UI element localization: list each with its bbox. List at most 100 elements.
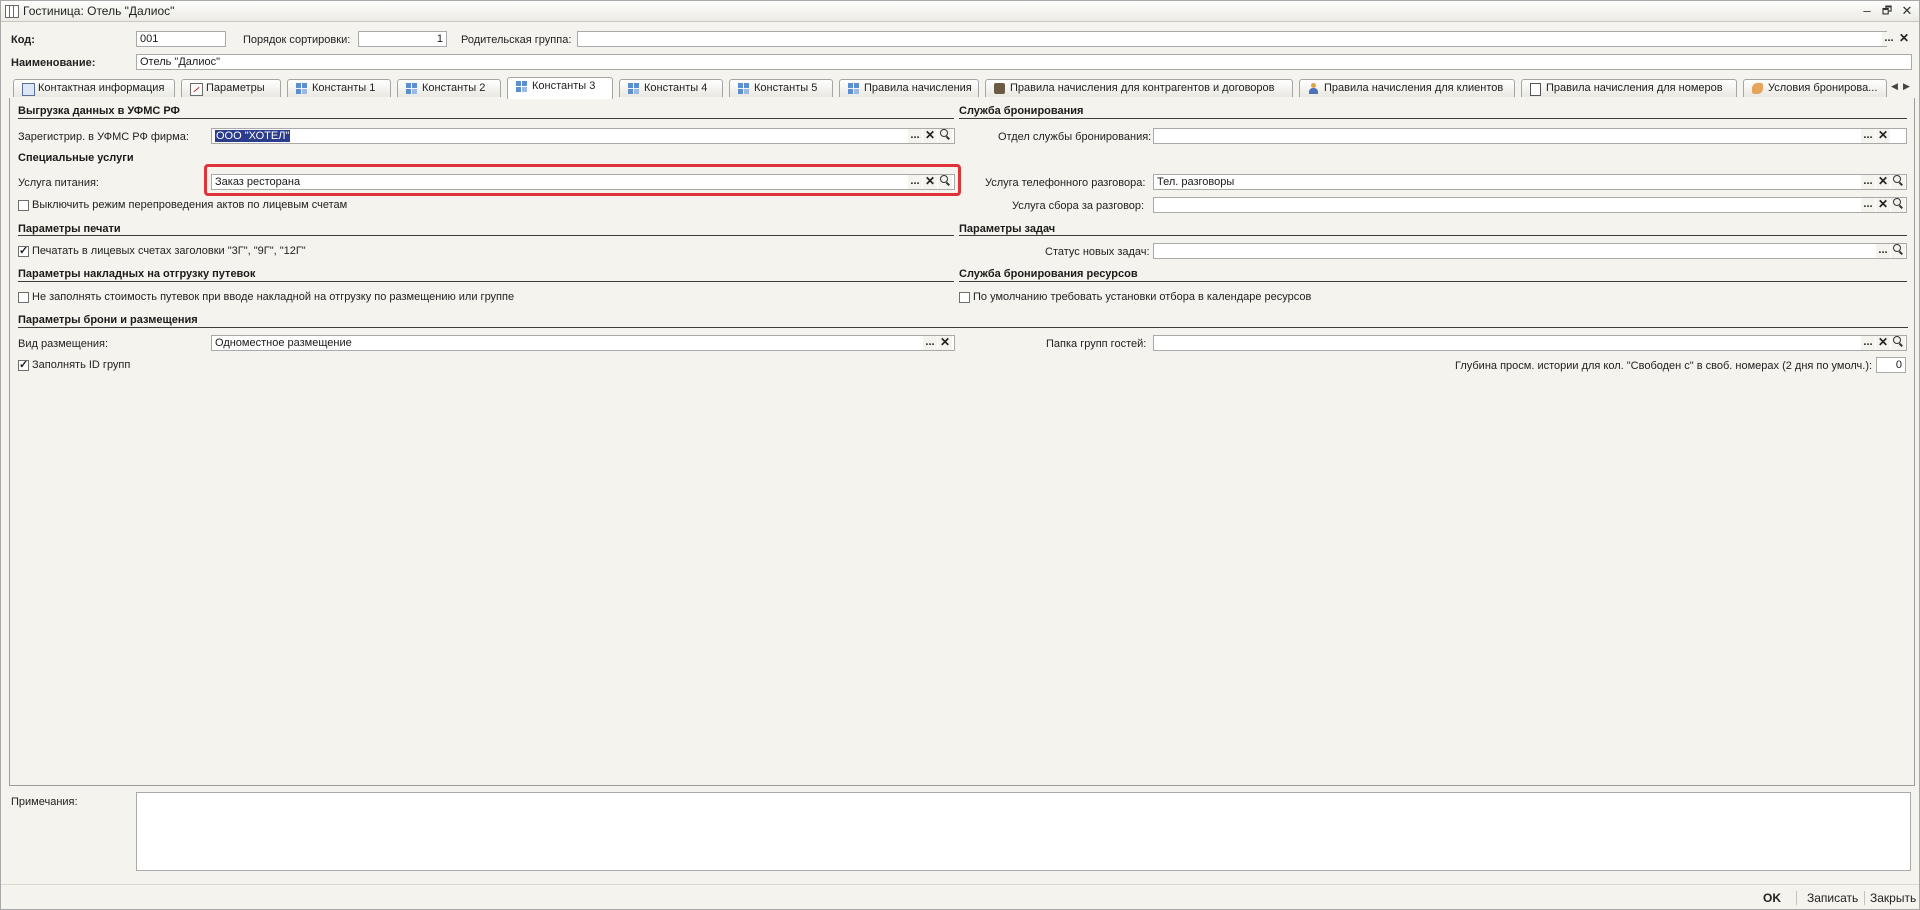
- sort-order-field[interactable]: 1: [358, 31, 447, 47]
- waybill-cost-checkbox[interactable]: [18, 292, 29, 303]
- section-resource-booking: Служба бронирования ресурсов: [959, 268, 1138, 280]
- call-fee-select-button[interactable]: ...: [1861, 198, 1875, 212]
- guest-groups-search-button[interactable]: [1891, 336, 1905, 350]
- tab-label: Параметры: [206, 82, 265, 94]
- tab-charge-rules-rooms[interactable]: Правила начисления для номеров: [1521, 79, 1737, 97]
- save-button[interactable]: Записать: [1807, 891, 1858, 905]
- search-icon: [1893, 175, 1901, 183]
- print-headers-checkbox[interactable]: [18, 244, 29, 257]
- tab-label: Константы 1: [312, 82, 376, 94]
- tab-label: Константы 2: [422, 82, 486, 94]
- search-icon: [940, 129, 948, 137]
- code-label: Код:: [11, 34, 35, 46]
- tab-contact-info[interactable]: Контактная информация: [13, 79, 175, 97]
- history-depth-field[interactable]: 0: [1876, 357, 1906, 373]
- name-field[interactable]: Отель "Далиос": [136, 54, 1912, 70]
- phone-service-search-button[interactable]: [1891, 175, 1905, 189]
- section-task-params: Параметры задач: [959, 223, 1056, 235]
- parent-group-select-button[interactable]: ...: [1882, 32, 1896, 46]
- constants-grid-icon: [406, 83, 417, 94]
- booking-dept-select-button[interactable]: ...: [1861, 129, 1875, 143]
- booking-dept-label: Отдел службы бронирования:: [998, 131, 1152, 143]
- tab-charge-rules-clients[interactable]: Правила начисления для клиентов: [1299, 79, 1515, 97]
- section-print-params: Параметры печати: [18, 223, 121, 235]
- guest-groups-folder-field[interactable]: [1153, 335, 1907, 351]
- ufms-firm-field[interactable]: ООО "ХОТЕЛ": [211, 128, 955, 144]
- call-fee-field[interactable]: [1153, 197, 1907, 213]
- briefcase-icon: [994, 83, 1005, 94]
- task-status-field[interactable]: [1153, 243, 1907, 259]
- booking-dept-field[interactable]: [1153, 128, 1907, 144]
- tab-booking-conditions[interactable]: Условия бронирова...: [1743, 79, 1887, 97]
- constants-grid-icon: [738, 83, 749, 94]
- ufms-firm-select-button[interactable]: ...: [908, 129, 922, 143]
- highlight-box: [204, 164, 961, 196]
- accommodation-type-select-button[interactable]: ...: [923, 336, 937, 350]
- section-special-services: Специальные услуги: [18, 152, 134, 164]
- search-icon: [1893, 198, 1901, 206]
- disable-repost-label: Выключить режим перепроведения актов по …: [32, 199, 348, 211]
- title-bar: Гостиница: Отель "Далиос" – 🗗 ✕: [1, 1, 1919, 22]
- parent-group-field[interactable]: [577, 31, 1887, 47]
- task-status-select-button[interactable]: ...: [1876, 244, 1890, 258]
- accommodation-type-field[interactable]: Одноместное размещение: [211, 335, 955, 351]
- tab-scroll-left-icon[interactable]: ◀: [1891, 81, 1898, 92]
- require-filter-label: По умолчанию требовать установки отбора …: [973, 291, 1312, 303]
- ufms-firm-search-button[interactable]: [938, 129, 952, 143]
- section-divider: [18, 235, 954, 236]
- tab-constants-5[interactable]: Константы 5: [729, 79, 833, 97]
- tab-label: Константы 5: [754, 82, 818, 94]
- tab-charge-rules-contractors[interactable]: Правила начисления для контрагентов и до…: [985, 79, 1293, 97]
- handshake-icon: [1752, 83, 1763, 94]
- disable-repost-checkbox[interactable]: [18, 200, 29, 211]
- tab-constants-2[interactable]: Константы 2: [397, 79, 501, 97]
- tab-scroll-right-icon[interactable]: ▶: [1903, 81, 1910, 92]
- section-divider: [959, 235, 1907, 236]
- window-title: Гостиница: Отель "Далиос": [23, 4, 175, 18]
- phone-service-select-button[interactable]: ...: [1861, 175, 1875, 189]
- tab-label: Правила начисления для номеров: [1546, 82, 1723, 94]
- tab-parameters[interactable]: Параметры: [181, 79, 281, 97]
- constants-grid-icon: [296, 83, 307, 94]
- fill-group-id-checkbox[interactable]: [18, 358, 29, 371]
- section-divider: [959, 281, 1907, 282]
- booking-dept-clear-button[interactable]: ✕: [1876, 129, 1890, 143]
- person-icon: [1309, 83, 1318, 94]
- require-filter-checkbox[interactable]: [959, 292, 970, 303]
- tab-label: Правила начисления: [864, 82, 972, 94]
- tab-constants-1[interactable]: Константы 1: [287, 79, 391, 97]
- section-divider: [18, 118, 954, 119]
- ufms-firm-clear-button[interactable]: ✕: [923, 129, 937, 143]
- tab-constants-4[interactable]: Константы 4: [619, 79, 723, 97]
- form-window: Гостиница: Отель "Далиос" – 🗗 ✕ Код: 001…: [0, 0, 1920, 910]
- tab-label: Контактная информация: [38, 82, 165, 94]
- tab-label: Константы 3: [532, 80, 596, 92]
- parent-group-clear-button[interactable]: ✕: [1897, 32, 1911, 46]
- close-window-button[interactable]: ✕: [1899, 3, 1915, 19]
- call-fee-clear-button[interactable]: ✕: [1876, 198, 1890, 212]
- section-ufms-export: Выгрузка данных в УФМС РФ: [18, 105, 180, 117]
- constants-grid-icon: [516, 81, 527, 92]
- ufms-firm-value: ООО "ХОТЕЛ": [215, 130, 291, 142]
- tab-constants-3[interactable]: Константы 3: [507, 77, 613, 99]
- guest-groups-clear-button[interactable]: ✕: [1876, 336, 1890, 350]
- close-button[interactable]: Закрыть: [1870, 891, 1916, 905]
- ok-button[interactable]: OK: [1763, 891, 1781, 905]
- call-fee-search-button[interactable]: [1891, 198, 1905, 212]
- phone-service-field[interactable]: Тел. разговоры: [1153, 174, 1907, 190]
- task-status-search-button[interactable]: [1891, 244, 1905, 258]
- code-field[interactable]: 001: [136, 31, 226, 47]
- accommodation-type-clear-button[interactable]: ✕: [938, 336, 952, 350]
- notes-label: Примечания:: [11, 796, 78, 808]
- restore-button[interactable]: 🗗: [1879, 3, 1895, 19]
- notes-textarea[interactable]: [136, 792, 1911, 871]
- phone-service-clear-button[interactable]: ✕: [1876, 175, 1890, 189]
- minimize-button[interactable]: –: [1859, 3, 1875, 19]
- tab-charge-rules[interactable]: Правила начисления: [839, 79, 979, 97]
- tab-label: Константы 4: [644, 82, 708, 94]
- separator: [1864, 891, 1865, 905]
- parent-group-label: Родительская группа:: [461, 34, 572, 46]
- food-service-label: Услуга питания:: [18, 177, 99, 189]
- section-divider: [18, 327, 1908, 328]
- guest-groups-select-button[interactable]: ...: [1861, 336, 1875, 350]
